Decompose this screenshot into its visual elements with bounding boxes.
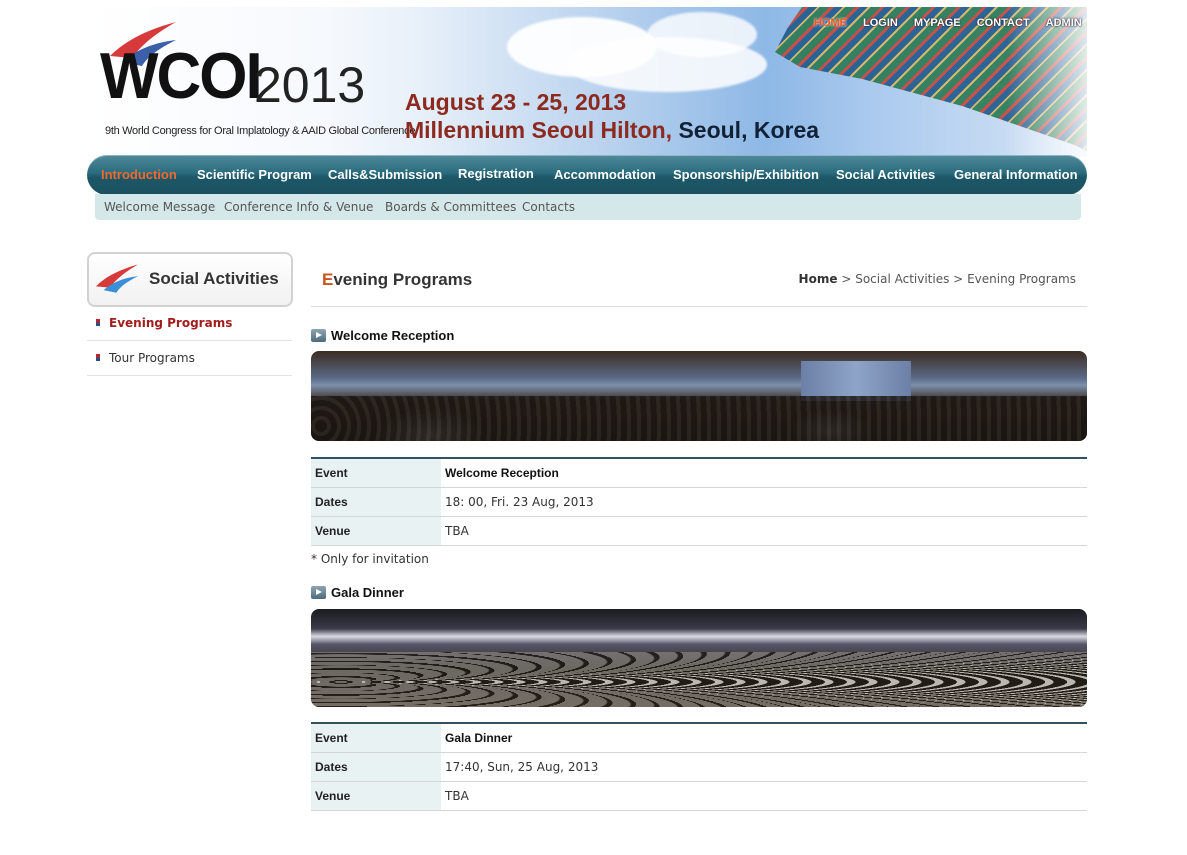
breadcrumb-separator: > bbox=[953, 272, 964, 286]
util-mypage-link[interactable]: MYPAGE bbox=[906, 17, 969, 29]
welcome-reception-photo bbox=[311, 351, 1087, 441]
gala-dinner-photo bbox=[311, 609, 1087, 707]
row-value: Gala Dinner bbox=[441, 723, 1087, 753]
row-key: Dates bbox=[311, 487, 441, 517]
sidebar-item-evening-programs[interactable]: Evening Programs bbox=[87, 306, 292, 341]
venue-city: Seoul, Korea bbox=[678, 117, 820, 143]
table-row: Dates 18: 00, Fri. 23 Aug, 2013 bbox=[311, 487, 1087, 517]
util-login-link[interactable]: LOGIN bbox=[855, 17, 906, 29]
nav-calls-submission[interactable]: Calls&Submission bbox=[328, 167, 442, 182]
arrow-right-icon bbox=[311, 586, 326, 599]
stage-screen bbox=[801, 361, 911, 401]
nav-social-activities[interactable]: Social Activities bbox=[836, 167, 935, 182]
banquet-tables bbox=[311, 652, 1087, 707]
roof-fade bbox=[1007, 7, 1087, 157]
breadcrumb-current: Evening Programs bbox=[967, 272, 1076, 286]
row-value: TBA bbox=[441, 516, 1087, 546]
logo-subtitle: 9th World Congress for Oral Implatology … bbox=[105, 125, 416, 137]
event-date: August 23 - 25, 2013 bbox=[405, 89, 627, 115]
logo-year: 2013 bbox=[254, 57, 366, 113]
table-row: Venue TBA bbox=[311, 516, 1087, 546]
table-row: Venue TBA bbox=[311, 781, 1087, 811]
nav-general-information[interactable]: General Information bbox=[954, 167, 1078, 182]
section-heading-welcome-reception: Welcome Reception bbox=[311, 328, 454, 343]
nav-scientific-program[interactable]: Scientific Program bbox=[197, 167, 312, 182]
row-key: Venue bbox=[311, 516, 441, 546]
table-row: Dates 17:40, Sun, 25 Aug, 2013 bbox=[311, 752, 1087, 782]
sidebar-item-label: Tour Programs bbox=[109, 351, 195, 365]
util-contact-link[interactable]: CONTACT bbox=[969, 17, 1038, 29]
row-key: Dates bbox=[311, 752, 441, 782]
row-value: 18: 00, Fri. 23 Aug, 2013 bbox=[441, 487, 1087, 517]
event-venue: Millennium Seoul Hilton, Seoul, Korea bbox=[405, 117, 819, 144]
wcoi-swoosh-icon bbox=[95, 264, 139, 293]
page-title: Evening Programs bbox=[322, 270, 472, 290]
title-divider bbox=[311, 306, 1087, 307]
subnav-boards-committees[interactable]: Boards & Committees bbox=[385, 200, 516, 214]
util-admin-link[interactable]: ADMIN bbox=[1038, 17, 1090, 29]
gala-dinner-table: Event Gala Dinner Dates 17:40, Sun, 25 A… bbox=[311, 722, 1087, 811]
row-value: Welcome Reception bbox=[441, 458, 1087, 488]
arrow-right-icon bbox=[311, 329, 326, 342]
sidebar-header: Social Activities bbox=[87, 252, 293, 307]
bullet-icon bbox=[96, 354, 100, 361]
bullet-icon bbox=[96, 319, 100, 326]
cloud-decoration bbox=[647, 12, 757, 57]
breadcrumb-home[interactable]: Home bbox=[799, 272, 838, 286]
row-key: Venue bbox=[311, 781, 441, 811]
nav-sponsorship-exhibition[interactable]: Sponsorship/Exhibition bbox=[673, 167, 819, 182]
invitation-note: * Only for invitation bbox=[311, 552, 429, 566]
section-heading-gala-dinner: Gala Dinner bbox=[311, 585, 404, 600]
row-value: TBA bbox=[441, 781, 1087, 811]
util-home-link[interactable]: HOME bbox=[806, 17, 855, 29]
page-title-rest: vening Programs bbox=[333, 270, 473, 289]
nav-registration[interactable]: Registration bbox=[458, 166, 534, 181]
nav-accommodation[interactable]: Accommodation bbox=[554, 167, 656, 182]
page-title-initial: E bbox=[322, 270, 334, 289]
utility-nav: HOME LOGIN MYPAGE CONTACT ADMIN bbox=[806, 17, 1090, 29]
section-heading-text: Welcome Reception bbox=[331, 328, 455, 343]
nav-introduction[interactable]: Introduction bbox=[101, 167, 177, 182]
subnav-conference-info-venue[interactable]: Conference Info & Venue bbox=[224, 200, 373, 214]
section-heading-text: Gala Dinner bbox=[331, 585, 404, 600]
sidebar-item-label: Evening Programs bbox=[109, 316, 233, 330]
venue-name: Millennium Seoul Hilton, bbox=[405, 117, 673, 143]
row-value: 17:40, Sun, 25 Aug, 2013 bbox=[441, 752, 1087, 782]
breadcrumb: Home > Social Activities > Evening Progr… bbox=[799, 272, 1076, 286]
main-nav: Introduction Scientific Program Calls&Su… bbox=[87, 155, 1087, 195]
welcome-reception-table: Event Welcome Reception Dates 18: 00, Fr… bbox=[311, 457, 1087, 546]
sidebar-item-tour-programs[interactable]: Tour Programs bbox=[87, 341, 292, 376]
subnav-welcome-message[interactable]: Welcome Message bbox=[104, 200, 215, 214]
row-key: Event bbox=[311, 458, 441, 488]
audience-crowd bbox=[311, 396, 1087, 441]
row-key: Event bbox=[311, 723, 441, 753]
table-row: Event Welcome Reception bbox=[311, 458, 1087, 488]
breadcrumb-section[interactable]: Social Activities bbox=[855, 272, 949, 286]
subnav-contacts[interactable]: Contacts bbox=[522, 200, 575, 214]
sidebar-title: Social Activities bbox=[149, 269, 279, 288]
breadcrumb-separator: > bbox=[841, 272, 852, 286]
sub-nav: Welcome Message Conference Info & Venue … bbox=[95, 194, 1081, 220]
logo-wcoi[interactable]: WCOI bbox=[100, 44, 263, 109]
table-row: Event Gala Dinner bbox=[311, 723, 1087, 753]
